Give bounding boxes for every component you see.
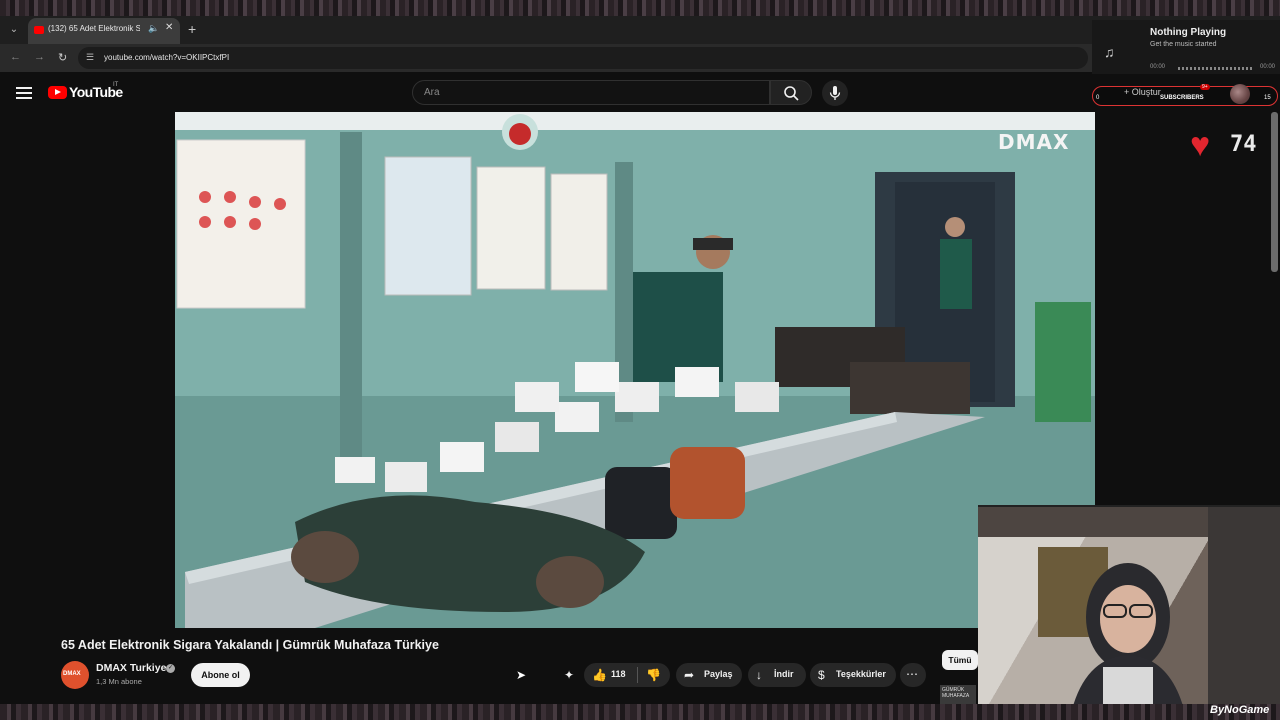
tab-close-icon[interactable]: ✕ (165, 22, 173, 33)
tab-list-chevron-icon[interactable]: ⌄ (6, 22, 22, 38)
thanks-label: Teşekkürler (836, 669, 886, 679)
music-progress-bar (1178, 67, 1254, 70)
like-count[interactable]: 118 (611, 669, 626, 679)
video-player[interactable] (175, 112, 1095, 628)
like-divider (637, 667, 638, 683)
heart-count: 74 (1230, 132, 1257, 157)
music-title: Nothing Playing (1150, 27, 1227, 38)
heart-icon: ♥ (1190, 126, 1211, 164)
browser-tab-bar: ⌄ (132) 65 Adet Elektronik Sigara 🔈 ✕ + (0, 16, 1280, 44)
country-code: IT (113, 82, 119, 88)
browser-tab[interactable]: (132) 65 Adet Elektronik Sigara 🔈 ✕ (28, 18, 180, 44)
music-subtitle: Get the music started (1150, 41, 1217, 48)
menu-icon[interactable] (16, 87, 32, 99)
streamer-webcam (978, 505, 1280, 704)
channel-name[interactable]: DMAX Turkiye (96, 662, 166, 674)
mouse-cursor-icon: ➤ (516, 668, 527, 682)
gift-icon[interactable]: ✦ (564, 669, 574, 681)
thumbs-up-icon[interactable]: 👍 (592, 669, 607, 681)
site-info-icon[interactable]: ☰ (86, 52, 94, 63)
filter-chip-all[interactable]: Tümü (942, 650, 978, 670)
browser-toolbar: ← → ↻ ☰ youtube.com/watch?v=OKIIPCtxfPI (0, 44, 1280, 72)
url-text[interactable]: youtube.com/watch?v=OKIIPCtxfPI (104, 53, 229, 62)
microphone-icon (829, 86, 841, 100)
music-time-end: 00:00 (1260, 64, 1276, 70)
video-title: 65 Adet Elektronik Sigara Yakalandı | Gü… (61, 638, 439, 652)
stream-watermark: ByNoGame (1210, 704, 1270, 716)
channel-logo-overlay: DMAX (998, 130, 1070, 154)
webcam-scene (978, 507, 1280, 704)
address-bar[interactable] (78, 47, 1088, 69)
music-note-icon: ♫ (1104, 44, 1115, 60)
share-arrow-icon: ➦ (684, 668, 695, 682)
back-arrow-icon[interactable]: ← (10, 51, 21, 63)
create-label: Oluştur (1131, 87, 1161, 97)
subscribers-left-count: 0 (1096, 95, 1100, 101)
search-button[interactable] (770, 80, 812, 105)
more-horizontal-icon: ⋯ (906, 667, 918, 681)
subscribe-button[interactable]: Abone ol (191, 663, 250, 687)
search-placeholder: Ara (424, 87, 440, 98)
voice-search-button[interactable] (822, 80, 848, 106)
search-icon (784, 86, 799, 101)
download-label: İndir (774, 669, 794, 679)
channel-subscriber-count: 1,3 Mn abone (96, 677, 142, 686)
reload-icon[interactable]: ↻ (58, 51, 67, 64)
share-label: Paylaş (704, 669, 733, 679)
forward-arrow-icon[interactable]: → (34, 51, 45, 63)
account-avatar[interactable] (1230, 84, 1250, 104)
music-time-start: 00:00 (1150, 64, 1166, 70)
tab-title: (132) 65 Adet Elektronik Sigara (48, 24, 140, 33)
speaker-icon[interactable]: 🔈 (148, 23, 159, 34)
super-thanks-icon: $ (818, 668, 825, 682)
subscribers-label: SUBSCRIBERS (1160, 95, 1204, 101)
search-input[interactable] (412, 80, 770, 105)
new-tab-icon[interactable]: + (188, 21, 196, 37)
youtube-logo-icon[interactable] (48, 86, 67, 99)
stream-frame-top (0, 0, 1280, 16)
download-icon: ↓ (756, 668, 762, 682)
create-button[interactable]: + Oluştur (1124, 87, 1161, 97)
related-thumb-text: GÜMRÜK MUHAFAZA (942, 687, 970, 699)
thumbs-down-icon[interactable]: 👎 (646, 669, 661, 681)
verified-check-icon: ✓ (166, 664, 175, 673)
youtube-favicon-icon (34, 26, 44, 34)
notification-badge: 9+ (1200, 84, 1210, 90)
video-frame-scene (175, 112, 1095, 628)
page-scrollbar[interactable] (1271, 112, 1278, 272)
channel-avatar-text: DMAX (63, 671, 81, 677)
stream-frame-bottom (0, 704, 1280, 720)
subscribers-right-count: 15 (1264, 95, 1271, 101)
related-video-thumbnail[interactable]: GÜMRÜK MUHAFAZA (940, 685, 976, 704)
